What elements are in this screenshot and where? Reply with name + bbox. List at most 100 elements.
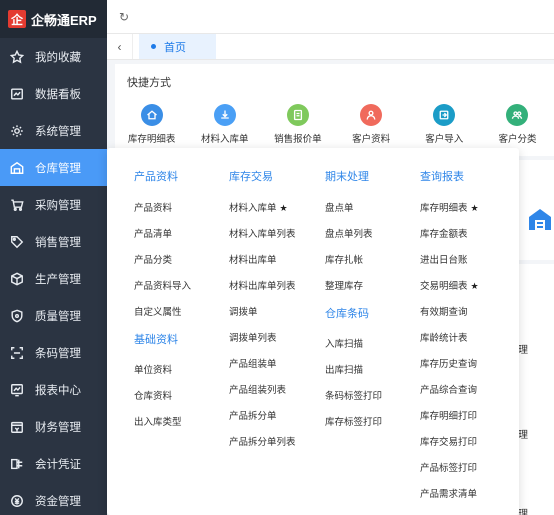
user-icon (360, 104, 383, 126)
sidebar-item-production[interactable]: 生产管理 (0, 260, 107, 297)
warehouse-mega-menu: 产品资料 产品资料 产品清单 产品分类 产品资料导入 自定义属性 基础资料 单位… (107, 148, 519, 515)
menu-item[interactable]: 库存交易打印 (420, 434, 477, 448)
sidebar-item-warehouse[interactable]: 仓库管理 (0, 149, 107, 186)
brand: 企 企畅通ERP (0, 0, 107, 38)
favorite-star-icon[interactable]: ★ (280, 203, 288, 213)
menu-item[interactable]: 产品清单 (134, 226, 172, 240)
menu-item[interactable]: 交易明细表 ★ (420, 278, 479, 292)
top-bar: ↻ (107, 0, 554, 34)
menu-item[interactable]: 出入库类型 (134, 414, 182, 428)
menu-item[interactable]: 材料出库单列表 (229, 278, 296, 292)
document-icon (286, 104, 309, 126)
sidebar-item-barcode[interactable]: 条码管理 (0, 334, 107, 371)
tab-bar: ‹ 首页 (107, 34, 554, 60)
menu-item[interactable]: 进出日台账 (420, 252, 468, 266)
sidebar-item-dashboard[interactable]: 数据看板 (0, 75, 107, 112)
sidebar-item-funds[interactable]: 资金管理 (0, 482, 107, 515)
menu-item[interactable]: 产品拆分单 (229, 408, 277, 422)
menu-item[interactable]: 材料出库单 (229, 252, 277, 266)
menu-item[interactable]: 盘点单 (325, 200, 354, 214)
menu-item[interactable]: 产品组装单 (229, 356, 277, 370)
sidebar-item-favorites[interactable]: 我的收藏 (0, 38, 107, 75)
sidebar-item-finance[interactable]: 财务管理 (0, 408, 107, 445)
menu-item[interactable]: 库存金额表 (420, 226, 468, 240)
sidebar-item-label: 采购管理 (35, 199, 81, 212)
sidebar-item-label: 数据看板 (35, 88, 81, 101)
menu-item[interactable]: 库存扎帐 (325, 252, 363, 266)
menu-item[interactable]: 调拨单列表 (229, 330, 277, 344)
menu-item[interactable]: 产品标签打印 (420, 460, 477, 474)
menu-group-period-end: 期末处理 (325, 171, 369, 183)
tab-back-button[interactable]: ‹ (107, 34, 133, 59)
shortcut-label: 销售报价单 (274, 134, 322, 145)
box-icon (10, 272, 24, 286)
shortcut-item[interactable]: 客户分类 (481, 104, 554, 145)
menu-group-warehouse-barcode: 仓库条码 (325, 308, 369, 320)
sidebar-item-system[interactable]: 系统管理 (0, 112, 107, 149)
gear-icon (10, 124, 24, 138)
shortcut-item[interactable]: 客户资料 (335, 104, 408, 145)
dashboard-icon (10, 87, 24, 101)
menu-item[interactable]: 仓库资料 (134, 388, 172, 402)
menu-item[interactable]: 调拨单 (229, 304, 258, 318)
sidebar-item-purchase[interactable]: 采购管理 (0, 186, 107, 223)
menu-item[interactable]: 库存明细打印 (420, 408, 477, 422)
cart-icon (10, 198, 24, 212)
menu-item[interactable]: 自定义属性 (134, 304, 182, 318)
menu-item[interactable]: 产品需求清单 (420, 486, 477, 500)
sidebar-item-label: 质量管理 (35, 310, 81, 323)
tab-home[interactable]: 首页 (139, 34, 216, 59)
shortcut-item[interactable]: 销售报价单 (261, 104, 334, 145)
sidebar-item-reports[interactable]: 报表中心 (0, 371, 107, 408)
money-icon (10, 494, 24, 508)
shortcut-item[interactable]: 库存明细表 (115, 104, 188, 145)
menu-group-inventory-transactions: 库存交易 (229, 171, 273, 183)
sidebar-item-label: 销售管理 (35, 236, 81, 249)
scan-icon (10, 346, 24, 360)
brand-title: 企畅通ERP (31, 12, 97, 28)
shortcut-item[interactable]: 材料入库单 (188, 104, 261, 145)
sidebar-item-label: 会计凭证 (35, 458, 81, 471)
menu-item[interactable]: 库存历史查询 (420, 356, 477, 370)
menu-item[interactable]: 库龄统计表 (420, 330, 468, 344)
refresh-icon[interactable]: ↻ (119, 10, 129, 24)
menu-item[interactable]: 产品资料 (134, 200, 172, 214)
menu-item[interactable]: 出库扫描 (325, 362, 363, 376)
shortcuts-title: 快捷方式 (127, 77, 171, 89)
menu-item[interactable]: 材料入库单 ★ (229, 200, 288, 214)
sidebar-item-voucher[interactable]: 会计凭证 (0, 445, 107, 482)
menu-item[interactable]: 产品组装列表 (229, 382, 286, 396)
voucher-icon (10, 457, 24, 471)
sidebar-item-quality[interactable]: 质量管理 (0, 297, 107, 334)
menu-item[interactable]: 材料入库单列表 (229, 226, 296, 240)
shortcut-item[interactable]: 客户导入 (408, 104, 481, 145)
menu-item[interactable]: 有效期查询 (420, 304, 468, 318)
shortcut-label: 客户资料 (352, 134, 391, 145)
favorite-star-icon[interactable]: ★ (471, 203, 479, 213)
menu-item[interactable]: 入库扫描 (325, 336, 363, 350)
menu-item[interactable]: 产品资料导入 (134, 278, 191, 292)
warehouse-panel-icon (528, 208, 552, 230)
menu-item[interactable]: 库存标签打印 (325, 414, 382, 428)
shield-icon (10, 309, 24, 323)
menu-item[interactable]: 库存明细表 ★ (420, 200, 479, 214)
sidebar-item-sales[interactable]: 销售管理 (0, 223, 107, 260)
sidebar-item-label: 资金管理 (35, 495, 81, 508)
chevron-left-icon: ‹ (117, 39, 122, 54)
menu-group-query-reports: 查询报表 (420, 171, 464, 183)
finance-icon (10, 420, 24, 434)
menu-item[interactable]: 整理库存 (325, 278, 363, 292)
menu-item[interactable]: 产品综合查询 (420, 382, 477, 396)
menu-item[interactable]: 产品拆分单列表 (229, 434, 296, 448)
menu-item[interactable]: 产品分类 (134, 252, 172, 266)
menu-item[interactable]: 单位资料 (134, 362, 172, 376)
menu-item[interactable]: 盘点单列表 (325, 226, 373, 240)
brand-logo: 企 (8, 10, 26, 28)
favorite-star-icon[interactable]: ★ (471, 281, 479, 291)
sidebar-item-label: 系统管理 (35, 125, 81, 138)
users-icon (506, 104, 529, 126)
menu-item[interactable]: 条码标签打印 (325, 388, 382, 402)
import-icon (433, 104, 456, 126)
sidebar-item-label: 我的收藏 (35, 51, 81, 64)
shortcut-label: 客户导入 (425, 134, 464, 145)
